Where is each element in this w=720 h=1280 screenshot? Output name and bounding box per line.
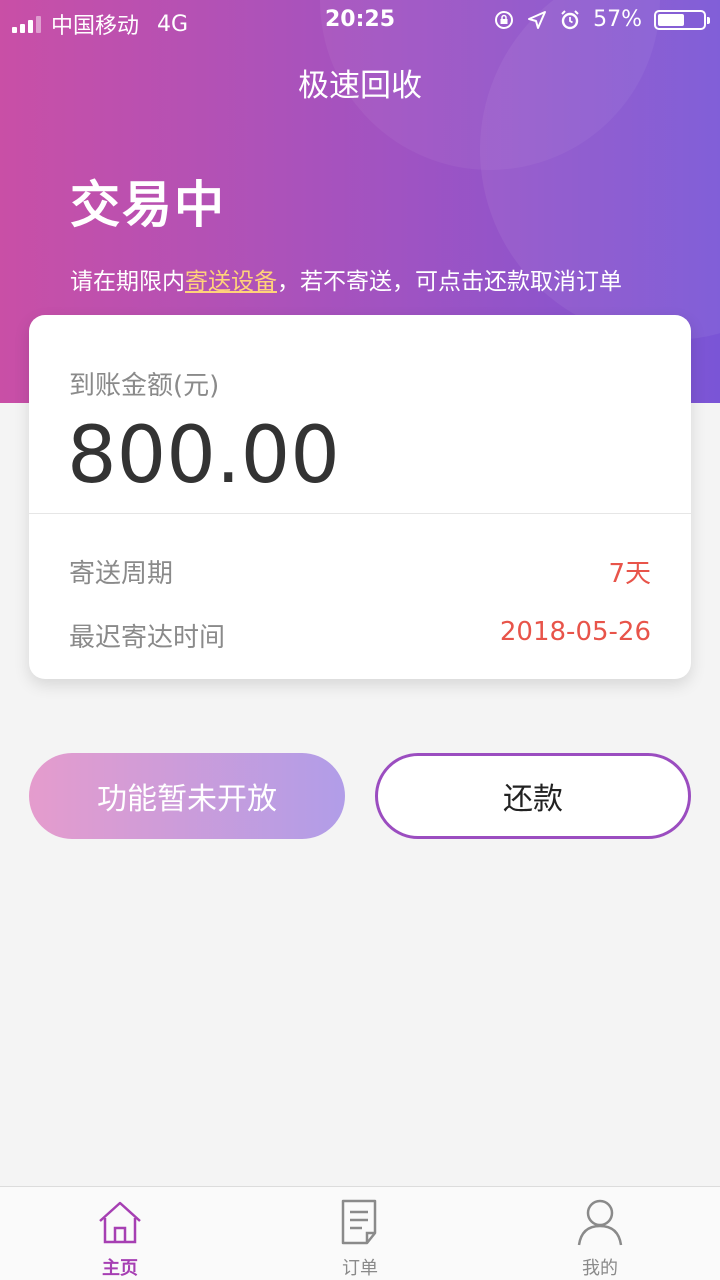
amount-value: 800.00 — [67, 411, 340, 501]
page-title: 极速回收 — [298, 68, 422, 104]
order-state-description: 请在期限内寄送设备，若不寄送，可点击还款取消订单 — [70, 262, 622, 296]
order-state-title: 交易中 — [70, 176, 226, 234]
user-icon — [577, 1199, 623, 1246]
latest-arrival-value: 2018-05-26 — [499, 617, 651, 647]
divider — [29, 513, 691, 514]
location-icon — [528, 10, 547, 29]
order-info-card: 到账金额(元) 800.00 寄送周期 7天 最迟寄达时间 2018-05-26 — [29, 315, 691, 679]
battery-icon — [654, 9, 710, 30]
tab-bar: 主页 订单 我的 — [0, 1186, 720, 1280]
tab-profile[interactable]: 我的 — [480, 1187, 720, 1280]
home-icon — [99, 1201, 141, 1244]
latest-arrival-label: 最迟寄达时间 — [69, 623, 226, 653]
feature-unavailable-button[interactable]: 功能暂未开放 — [29, 753, 345, 839]
order-icon — [341, 1199, 377, 1245]
amount-label: 到账金额(元) — [69, 371, 220, 401]
tab-label: 主页 — [102, 1258, 138, 1279]
shipping-period-label: 寄送周期 — [69, 559, 174, 589]
screen: 中国移动 4G 20:25 57% 极速回收 交易中 请在期限内寄送设备，若不寄… — [0, 0, 720, 1280]
alarm-icon — [561, 9, 579, 29]
shipping-period-value: 7天 — [608, 559, 651, 589]
repay-button[interactable]: 还款 — [375, 753, 691, 839]
tab-orders[interactable]: 订单 — [240, 1187, 480, 1280]
tab-label: 订单 — [342, 1258, 378, 1279]
battery-percent: 57% — [593, 7, 642, 32]
tab-home[interactable]: 主页 — [0, 1187, 240, 1280]
tab-label: 我的 — [582, 1258, 618, 1279]
send-device-link[interactable]: 寄送设备 — [185, 269, 277, 295]
desc-prefix: 请在期限内 — [70, 269, 185, 295]
status-bar: 中国移动 4G 20:25 57% — [0, 0, 720, 40]
rotation-lock-icon — [495, 10, 514, 29]
desc-suffix: ，若不寄送，可点击还款取消订单 — [277, 269, 622, 295]
